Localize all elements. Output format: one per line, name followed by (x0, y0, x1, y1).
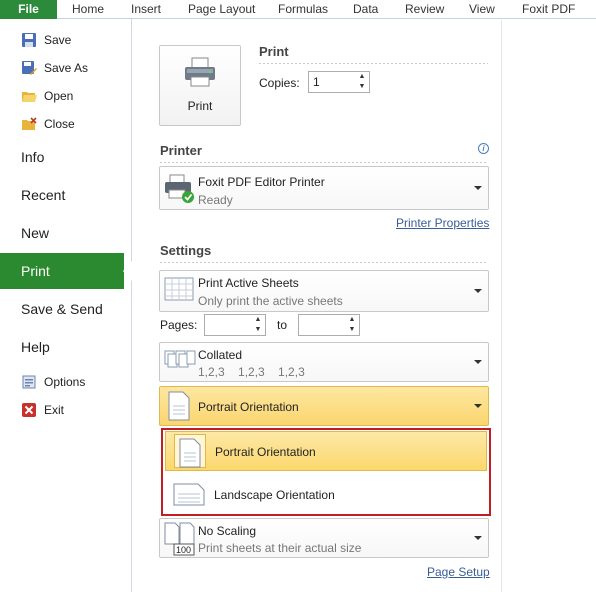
chevron-down-icon (474, 404, 482, 408)
printer-properties-link[interactable]: Printer Properties (396, 216, 489, 230)
chevron-down-icon (474, 360, 482, 364)
save-icon (21, 32, 37, 48)
printer-ready-icon (164, 173, 196, 208)
pages-label: Pages: (160, 318, 198, 332)
nav-save-send[interactable]: Save & Send (0, 291, 132, 327)
preview-divider (501, 20, 502, 592)
orientation-value: Portrait Orientation (198, 400, 299, 414)
tab-foxit-pdf[interactable]: Foxit PDF (514, 0, 583, 19)
backstage-nav: Save Save As Open Close Info Recent New … (0, 19, 132, 592)
tab-file[interactable]: File (0, 0, 57, 19)
collated-pages-icon (164, 348, 196, 379)
chevron-down-icon (474, 289, 482, 293)
copies-label: Copies: (259, 76, 300, 90)
nav-save-label: Save (44, 33, 72, 47)
nav-new[interactable]: New (0, 215, 132, 251)
pages-from-spinner[interactable]: ▲ ▼ (204, 314, 266, 336)
nav-close-label: Close (44, 117, 75, 131)
print-heading: Print (259, 44, 289, 59)
spin-down-icon[interactable]: ▼ (251, 325, 265, 335)
nav-save-as-label: Save As (44, 61, 89, 75)
spin-down-icon[interactable]: ▼ (355, 82, 369, 92)
print-button[interactable]: Print (159, 45, 241, 126)
print-button-label: Print (187, 99, 213, 113)
tab-review[interactable]: Review (397, 0, 452, 19)
nav-info[interactable]: Info (0, 139, 132, 175)
print-separator (259, 63, 488, 64)
collate-title: Collated (198, 348, 243, 362)
scaling-subtitle: Print sheets at their actual size (198, 541, 362, 555)
orientation-option-portrait[interactable]: Portrait Orientation (165, 431, 487, 471)
portrait-page-icon (174, 434, 206, 468)
settings-separator (160, 262, 488, 263)
orientation-menu: Portrait Orientation Landscape Orientati… (161, 428, 491, 516)
open-folder-icon (21, 88, 37, 104)
scaling-title: No Scaling (198, 524, 257, 538)
scope-title: Print Active Sheets (198, 276, 299, 290)
printer-name: Foxit PDF Editor Printer (198, 175, 325, 189)
tab-home[interactable]: Home (64, 0, 112, 19)
nav-save-as[interactable]: Save As (0, 55, 132, 81)
printer-heading: Printer (160, 143, 202, 158)
copies-value: 1 (313, 75, 320, 89)
spin-up-icon[interactable]: ▲ (345, 315, 359, 325)
copies-spinner[interactable]: 1 ▲ ▼ (308, 71, 370, 93)
nav-options-label: Options (44, 375, 86, 389)
tab-view[interactable]: View (461, 0, 503, 19)
pages-to-label: to (277, 318, 288, 332)
settings-heading: Settings (160, 243, 212, 258)
nav-exit-label: Exit (44, 403, 65, 417)
printer-status: Ready (198, 193, 233, 207)
tab-insert[interactable]: Insert (123, 0, 169, 19)
nav-exit[interactable]: Exit (0, 397, 132, 423)
spin-up-icon[interactable]: ▲ (251, 315, 265, 325)
printer-icon (183, 56, 217, 91)
page-setup-link[interactable]: Page Setup (427, 565, 490, 579)
collate-dropdown[interactable]: Collated 1,2,3 1,2,3 1,2,3 (159, 342, 489, 382)
no-scaling-icon: 100 (164, 522, 196, 559)
ribbon-tabs: File Home Insert Page Layout Formulas Da… (0, 0, 596, 19)
nav-print-label: Print (21, 263, 50, 279)
close-folder-icon (21, 116, 37, 132)
tab-data[interactable]: Data (345, 0, 386, 19)
printer-dropdown[interactable]: Foxit PDF Editor Printer Ready (159, 166, 489, 210)
tab-formulas[interactable]: Formulas (270, 0, 336, 19)
nav-open-label: Open (44, 89, 74, 103)
active-pointer (123, 261, 132, 281)
chevron-down-icon (474, 186, 482, 190)
nav-print[interactable]: Print (0, 253, 132, 289)
pages-to-spinner[interactable]: ▲ ▼ (298, 314, 360, 336)
nav-open[interactable]: Open (0, 83, 132, 109)
exit-icon (21, 402, 37, 418)
tab-page-layout[interactable]: Page Layout (180, 0, 263, 19)
save-as-icon (21, 60, 37, 76)
spin-down-icon[interactable]: ▼ (345, 325, 359, 335)
orientation-option-landscape[interactable]: Landscape Orientation (165, 475, 487, 515)
landscape-page-icon (173, 483, 205, 510)
chevron-down-icon (474, 536, 482, 540)
orientation-dropdown[interactable]: Portrait Orientation (159, 386, 489, 426)
scaling-dropdown[interactable]: 100 No Scaling Print sheets at their act… (159, 518, 489, 558)
nav-recent[interactable]: Recent (0, 177, 132, 213)
svg-text:100: 100 (176, 545, 191, 555)
scope-subtitle: Only print the active sheets (198, 294, 343, 308)
landscape-option-label: Landscape Orientation (214, 488, 335, 502)
info-icon[interactable]: i (478, 143, 489, 154)
collate-subtitle: 1,2,3 1,2,3 1,2,3 (198, 365, 305, 379)
printer-separator (160, 162, 488, 163)
print-scope-dropdown[interactable]: Print Active Sheets Only print the activ… (159, 270, 489, 312)
nav-close[interactable]: Close (0, 111, 132, 137)
options-icon (21, 374, 37, 390)
portrait-option-label: Portrait Orientation (215, 445, 316, 459)
portrait-page-icon (168, 391, 190, 424)
nav-save[interactable]: Save (0, 27, 132, 53)
nav-options[interactable]: Options (0, 369, 132, 395)
spin-up-icon[interactable]: ▲ (355, 72, 369, 82)
nav-help[interactable]: Help (0, 329, 132, 365)
sheet-icon (164, 276, 194, 305)
